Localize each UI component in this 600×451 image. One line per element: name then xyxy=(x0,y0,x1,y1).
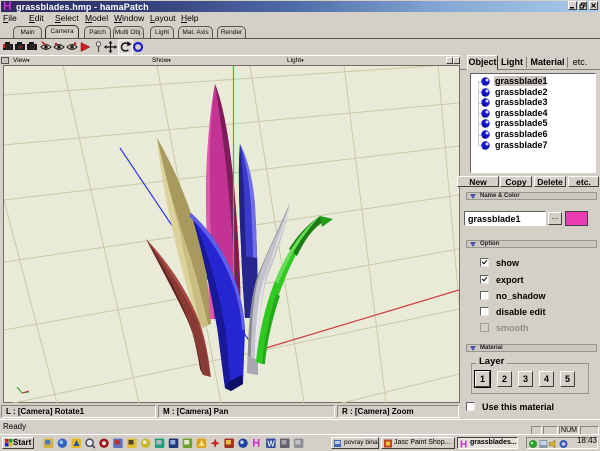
svg-text:H: H xyxy=(252,438,260,450)
svg-text:W: W xyxy=(267,440,275,449)
